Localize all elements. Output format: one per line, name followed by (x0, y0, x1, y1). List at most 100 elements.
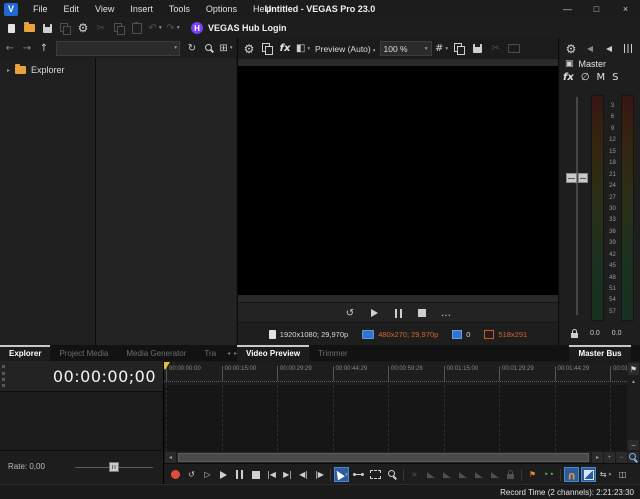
next-frame-button[interactable]: |▶ (312, 467, 327, 482)
marker-tool-flag-icon[interactable]: ⚑ (628, 363, 639, 375)
preview-quality-caret-icon[interactable]: ▾ (373, 48, 376, 54)
video-fx-icon[interactable]: fx (277, 41, 293, 57)
fade-tool-2-icon[interactable] (439, 467, 454, 482)
lock-icon[interactable] (503, 467, 518, 482)
up-icon[interactable]: ↑ (36, 40, 52, 56)
scroll-right-button[interactable]: ▸ (592, 452, 603, 463)
menu-item[interactable]: Edit (56, 0, 88, 18)
refresh-icon[interactable]: ↻ (184, 40, 200, 56)
menu-item[interactable]: File (25, 0, 56, 18)
grid-overlay-icon-caret[interactable]: ▾ (445, 46, 448, 52)
time-ruler[interactable]: 00:00:00:0000:00:15:0000:00:29:2900:00:4… (164, 362, 627, 385)
views-icon[interactable]: ⊞▾ (218, 40, 234, 56)
zoom-out-button[interactable]: − (616, 452, 627, 463)
undo-icon-caret[interactable]: ▾ (159, 25, 162, 31)
explorer-file-list[interactable] (96, 58, 236, 345)
fade-tool-5-icon[interactable] (487, 467, 502, 482)
normal-edit-tool-button[interactable]: ▾ (334, 467, 349, 482)
settings-gear-icon[interactable]: ⚙ (75, 20, 91, 36)
stop-button[interactable] (248, 467, 263, 482)
event-interaction-button[interactable]: ⇆▾ (598, 467, 613, 482)
maximize-button[interactable]: □ (582, 0, 611, 18)
zoom-tool-button[interactable] (628, 452, 639, 463)
go-to-start-button[interactable]: |◀ (264, 467, 279, 482)
views-icon-caret[interactable]: ▾ (230, 45, 233, 51)
track-area[interactable] (164, 385, 627, 451)
fader-lock-icon[interactable] (566, 325, 582, 341)
tab-explorer[interactable]: Explorer (0, 345, 50, 361)
menu-item[interactable]: Options (198, 0, 245, 18)
envelope-edit-tool-button[interactable] (351, 467, 366, 482)
menu-item[interactable]: View (87, 0, 122, 18)
copy-snapshot-icon[interactable] (452, 41, 468, 57)
cut-icon[interactable]: ✂ (93, 20, 109, 36)
minimize-button[interactable]: — (553, 0, 582, 18)
vertical-zoom-out-button[interactable]: − (628, 440, 639, 450)
record-button[interactable] (168, 467, 183, 482)
tab-trimmer[interactable]: Trimmer (309, 345, 356, 361)
scroll-left-button[interactable]: ◂ (165, 452, 176, 463)
fade-tool-1-icon[interactable] (423, 467, 438, 482)
plugin-chain-icon[interactable] (620, 41, 636, 57)
timecode-display-box[interactable]: 00:00:00;00 (0, 361, 163, 392)
project-properties-icon[interactable] (57, 20, 73, 36)
open-project-icon[interactable] (21, 20, 37, 36)
play-button[interactable] (216, 467, 231, 482)
prev-frame-button[interactable]: ◀| (296, 467, 311, 482)
loop-playback-button[interactable]: ↺ (184, 467, 199, 482)
external-monitor-icon[interactable] (506, 41, 522, 57)
delete-icon[interactable]: × (407, 467, 422, 482)
dim-output-icon[interactable] (582, 41, 598, 57)
hscrollbar-track[interactable] (177, 452, 591, 463)
play-icon[interactable] (366, 305, 382, 321)
selection-edit-tool-button[interactable] (368, 467, 383, 482)
downmix-output-icon[interactable] (601, 41, 617, 57)
bus-automation-icon[interactable]: ∅ (581, 72, 590, 83)
save-project-icon[interactable] (39, 20, 55, 36)
save-snapshot-icon[interactable] (470, 41, 486, 57)
bus-solo-button[interactable]: S (612, 72, 618, 83)
volume-fader-handle[interactable] (566, 173, 588, 183)
insert-marker-button[interactable]: ⚑ (525, 467, 540, 482)
tab-video-preview[interactable]: Video Preview (237, 345, 309, 361)
paste-icon[interactable] (129, 20, 145, 36)
stop-icon[interactable] (414, 305, 430, 321)
new-project-icon[interactable] (3, 20, 19, 36)
menu-item[interactable]: Tools (161, 0, 198, 18)
overlays-icon[interactable] (259, 41, 275, 57)
preview-quality-dropdown[interactable]: Preview (Auto)▾ (315, 44, 376, 54)
timecode-value[interactable]: 00:00:00;00 (53, 367, 156, 386)
scissors-icon[interactable]: ✂ (488, 41, 504, 57)
auto-ripple-button[interactable] (581, 467, 596, 482)
grid-overlay-icon[interactable]: #▾ (434, 41, 450, 57)
tree-item-explorer[interactable]: ▸ Explorer (0, 65, 95, 75)
split-screen-icon-caret[interactable]: ▾ (307, 46, 310, 52)
pause-button[interactable] (232, 467, 247, 482)
scroll-up-icon[interactable]: ▴ (632, 378, 635, 385)
rate-slider-handle[interactable] (109, 462, 119, 472)
pause-icon[interactable] (390, 305, 406, 321)
vegas-hub-login-button[interactable]: H VEGAS Hub Login (191, 22, 287, 34)
multi-tool-button[interactable]: ◫ (615, 467, 630, 482)
properties-gear-icon[interactable]: ⚙ (563, 41, 579, 57)
hscrollbar-thumb[interactable] (178, 453, 589, 462)
playhead-marker[interactable] (164, 362, 170, 370)
rate-slider[interactable]: ▴ (75, 467, 153, 468)
more-options-icon[interactable]: … (438, 305, 454, 321)
zoom-edit-tool-button[interactable] (385, 467, 400, 482)
normal-edit-tool-button-caret[interactable]: ▾ (345, 472, 348, 478)
play-from-start-button[interactable]: ▷ (200, 467, 215, 482)
fade-tool-4-icon[interactable] (471, 467, 486, 482)
event-interaction-button-caret[interactable]: ▾ (608, 472, 611, 478)
bus-name[interactable]: Master (579, 59, 607, 69)
go-to-end-button[interactable]: ▶| (280, 467, 295, 482)
copy-icon[interactable] (111, 20, 127, 36)
close-button[interactable]: × (611, 0, 640, 18)
back-icon[interactable]: ← (2, 40, 18, 56)
address-caret-icon[interactable]: ▾ (174, 45, 177, 51)
menu-item[interactable]: Insert (122, 0, 161, 18)
bus-fx-button[interactable]: fx (563, 72, 574, 83)
project-properties-icon[interactable]: ⚙ (241, 41, 257, 57)
split-screen-icon[interactable]: ◧▾ (295, 41, 311, 57)
redo-icon[interactable]: ↷▾ (165, 20, 181, 36)
